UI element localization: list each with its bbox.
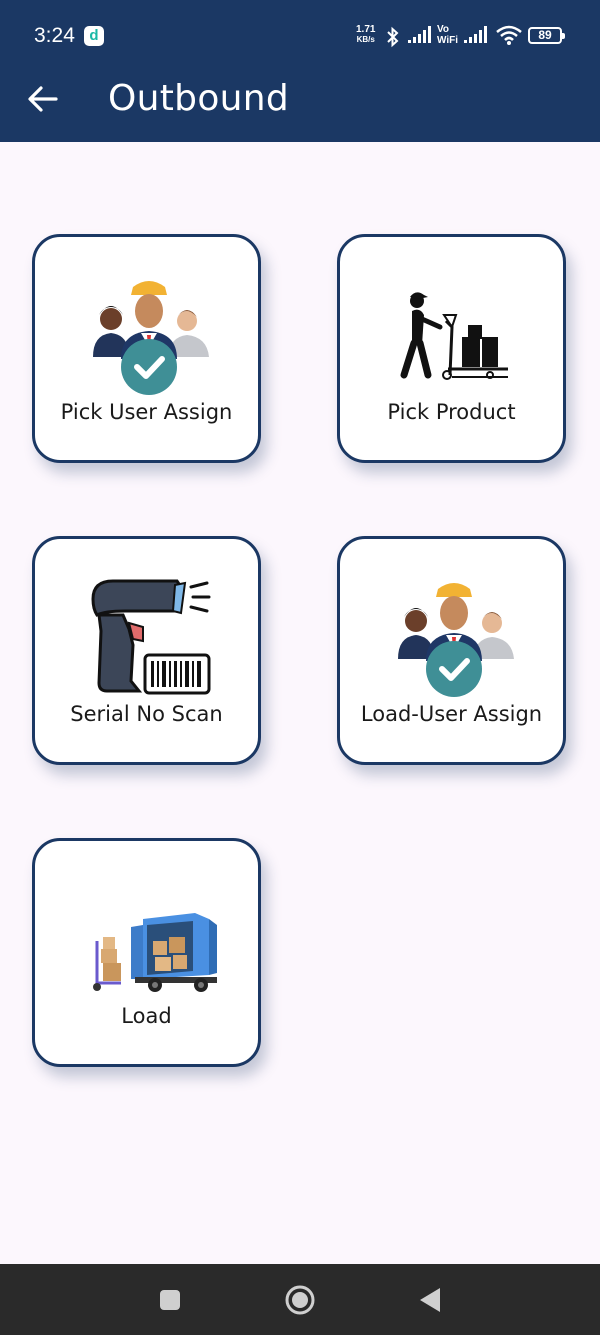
home-circle-icon[interactable] xyxy=(284,1284,316,1316)
signal-strength-icon xyxy=(408,26,431,43)
page-title: Outbound xyxy=(108,78,290,119)
back-arrow-icon[interactable] xyxy=(26,82,60,116)
network-speed: 1.71 KB/s xyxy=(356,25,375,45)
network-speed-value: 1.71 xyxy=(356,24,376,35)
tile-pick-user-assign[interactable]: Pick User Assign xyxy=(32,234,261,463)
signal-strength-icon xyxy=(464,26,487,43)
tile-load[interactable]: Load xyxy=(32,838,261,1067)
worker-pallet-jack-icon xyxy=(400,292,508,380)
network-speed-unit: KB/s xyxy=(356,35,375,44)
battery-icon: 89 xyxy=(528,27,565,44)
tile-pick-product[interactable]: Pick Product xyxy=(337,234,566,463)
system-navigation-bar xyxy=(0,1264,600,1335)
vowifi-vo-label: Vo xyxy=(437,24,450,35)
vowifi-wifi-label: WiFi xyxy=(437,35,459,46)
delivery-truck-icon xyxy=(93,913,217,992)
status-bar: 3:24 d 1.71 KB/s Vo WiFi 89 xyxy=(0,0,600,72)
app-notification-icon: d xyxy=(84,26,104,46)
app-bar: 3:24 d 1.71 KB/s Vo WiFi 89 Outbound xyxy=(0,0,600,142)
bluetooth-icon xyxy=(387,26,399,48)
recents-square-icon[interactable] xyxy=(158,1288,182,1312)
wifi-icon xyxy=(496,25,522,45)
tile-load-user-assign[interactable]: Load-User Assign xyxy=(337,536,566,765)
tile-label: Load-User Assign xyxy=(360,702,543,726)
tile-serial-no-scan[interactable]: Serial No Scan xyxy=(32,536,261,765)
team-check-icon xyxy=(93,281,209,395)
back-triangle-icon[interactable] xyxy=(418,1286,442,1314)
tile-label: Load xyxy=(121,1004,172,1028)
team-check-icon xyxy=(398,583,514,697)
status-time: 3:24 xyxy=(34,24,75,47)
tile-label: Pick User Assign xyxy=(60,400,233,424)
tile-label: Serial No Scan xyxy=(70,702,223,726)
barcode-scanner-icon xyxy=(91,579,211,695)
tile-label: Pick Product xyxy=(387,400,516,424)
vowifi-icon: Vo WiFi xyxy=(437,24,458,46)
